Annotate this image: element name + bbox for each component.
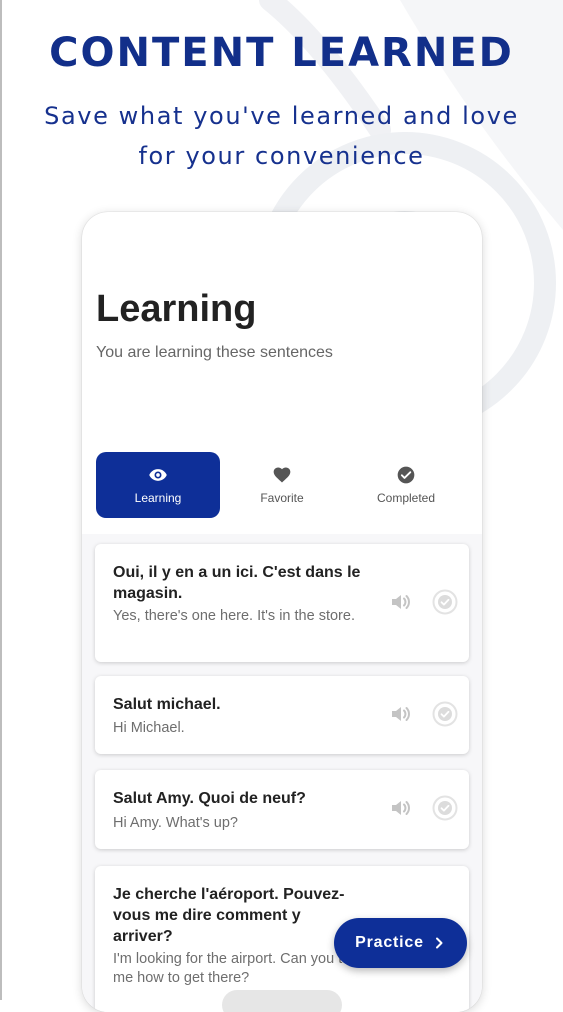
speaker-icon[interactable] (389, 796, 413, 820)
sentence-french: Je cherche l'aéroport. Pouvez-vous me di… (113, 886, 345, 945)
sentence-french: Salut Amy. Quoi de neuf? (113, 790, 306, 807)
tab-completed[interactable]: Completed (344, 452, 468, 518)
mark-complete-icon[interactable] (432, 589, 458, 615)
sentence-card[interactable]: Salut michael. Hi Michael. (95, 676, 469, 754)
practice-label: Practice (355, 934, 424, 951)
mark-complete-icon[interactable] (432, 795, 458, 821)
sentence-french: Oui, il y en a un ici. C'est dans le mag… (113, 564, 361, 602)
subline-line-1: Save what you've learned and love (44, 102, 519, 130)
tab-bar: Learning Favorite Completed (96, 452, 468, 518)
tab-favorite-label: Favorite (260, 491, 304, 505)
sentence-english: I'm looking for the airport. Can you tel… (113, 951, 357, 986)
tab-favorite[interactable]: Favorite (220, 452, 344, 518)
left-edge-line (0, 0, 2, 1000)
practice-button[interactable]: Practice (334, 918, 467, 968)
page-subtitle: You are learning these sentences (96, 344, 333, 361)
page-title: Learning (96, 288, 257, 330)
sentence-english: Hi Amy. What's up? (113, 815, 238, 831)
sentence-french: Salut michael. (113, 696, 221, 713)
subline-line-2: for your convenience (138, 142, 425, 170)
headline: CONTENT LEARNED (49, 30, 514, 76)
tab-learning-label: Learning (134, 491, 182, 505)
tab-completed-label: Completed (376, 491, 436, 505)
phone-mockup: Learning You are learning these sentence… (82, 212, 482, 1012)
home-indicator (222, 990, 342, 1012)
sentence-english: Hi Michael. (113, 720, 185, 736)
speaker-icon[interactable] (389, 702, 413, 726)
chevron-right-icon (435, 937, 443, 949)
eye-icon (149, 469, 167, 481)
check-circle-icon (397, 466, 415, 484)
speaker-icon[interactable] (389, 590, 413, 614)
mark-complete-icon[interactable] (432, 701, 458, 727)
heart-icon (273, 467, 291, 483)
sentence-english: Yes, there's one here. It's in the store… (113, 608, 355, 624)
sentence-card[interactable]: Oui, il y en a un ici. C'est dans le mag… (95, 544, 469, 662)
subline: Save what you've learned and love for yo… (30, 96, 533, 176)
sentence-card[interactable]: Salut Amy. Quoi de neuf? Hi Amy. What's … (95, 770, 469, 849)
tab-learning[interactable]: Learning (96, 452, 220, 518)
